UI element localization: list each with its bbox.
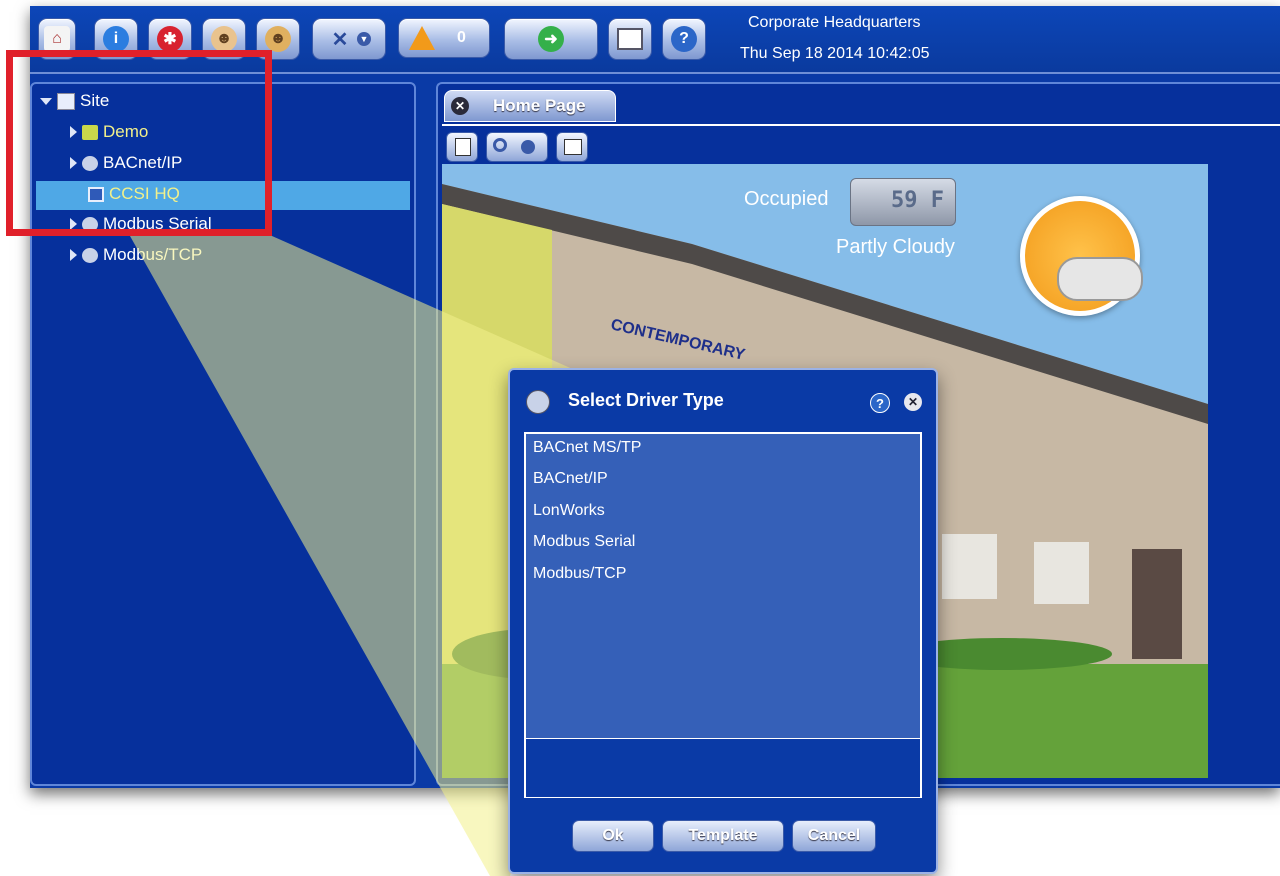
tab-home-page[interactable]: ✕ Home Page bbox=[444, 90, 616, 122]
window-icon bbox=[617, 28, 643, 50]
tools-icon: ✕ bbox=[331, 28, 349, 51]
list-item[interactable]: BACnet/IP bbox=[533, 470, 608, 488]
temperature-value: 59 F bbox=[891, 188, 944, 213]
warning-icon bbox=[409, 26, 435, 50]
panel-splitter[interactable] bbox=[420, 82, 432, 786]
magnifier-icon bbox=[493, 138, 507, 152]
chevron-down-icon bbox=[521, 140, 535, 154]
run-icon: ➜ bbox=[538, 26, 564, 52]
pencil-icon bbox=[455, 138, 471, 156]
run-button[interactable]: ➜ bbox=[504, 18, 598, 60]
network-globe-icon bbox=[82, 247, 98, 263]
alarm-icon: ✱ bbox=[157, 26, 183, 52]
help-icon: ? bbox=[671, 26, 697, 52]
tree-item-label: Modbus/TCP bbox=[103, 245, 203, 264]
user-icon: ☻ bbox=[211, 26, 237, 52]
dialog-title: Select Driver Type bbox=[568, 390, 724, 410]
template-button[interactable]: Template bbox=[662, 820, 784, 852]
callout-highlight-box bbox=[6, 50, 272, 236]
cancel-button[interactable]: Cancel bbox=[792, 820, 876, 852]
list-item[interactable]: Modbus/TCP bbox=[533, 565, 626, 583]
edit-button[interactable] bbox=[446, 132, 478, 162]
help-button[interactable]: ? bbox=[662, 18, 706, 60]
list-item[interactable]: LonWorks bbox=[533, 502, 605, 520]
occupancy-status: Occupied bbox=[744, 188, 829, 210]
help-icon[interactable]: ? bbox=[870, 393, 890, 413]
chevron-down-icon: ▼ bbox=[357, 32, 371, 46]
list-item[interactable]: BACnet MS/TP bbox=[533, 439, 641, 457]
tab-label: Home Page bbox=[493, 96, 586, 115]
content-right-margin bbox=[1208, 164, 1280, 778]
partly-cloudy-icon bbox=[1020, 196, 1143, 316]
trend-button[interactable] bbox=[556, 132, 588, 162]
current-datetime: Thu Sep 18 2014 10:42:05 bbox=[740, 45, 930, 62]
list-item[interactable]: Modbus Serial bbox=[533, 533, 635, 551]
site-title: Corporate Headquarters bbox=[748, 14, 921, 31]
alarm-count: 0 bbox=[457, 29, 466, 46]
zoom-menu-button[interactable] bbox=[486, 132, 548, 162]
expand-icon bbox=[70, 249, 77, 261]
info-icon: i bbox=[103, 26, 129, 52]
list-description-area bbox=[526, 738, 920, 797]
home-icon: ⌂ bbox=[44, 26, 70, 52]
weather-condition: Partly Cloudy bbox=[836, 236, 955, 258]
tools-menu-button[interactable]: ✕ ▼ bbox=[312, 18, 386, 60]
network-globe-icon bbox=[526, 390, 550, 414]
users-icon: ☻ bbox=[265, 26, 291, 52]
ok-button[interactable]: Ok bbox=[572, 820, 654, 852]
window-button[interactable] bbox=[608, 18, 652, 60]
close-icon[interactable]: ✕ bbox=[451, 97, 469, 115]
close-icon[interactable]: ✕ bbox=[904, 393, 922, 411]
alarm-count-button[interactable]: 0 bbox=[398, 18, 490, 58]
chart-icon bbox=[564, 139, 582, 155]
tree-item-modbus-tcp[interactable]: Modbus/TCP bbox=[70, 245, 202, 265]
